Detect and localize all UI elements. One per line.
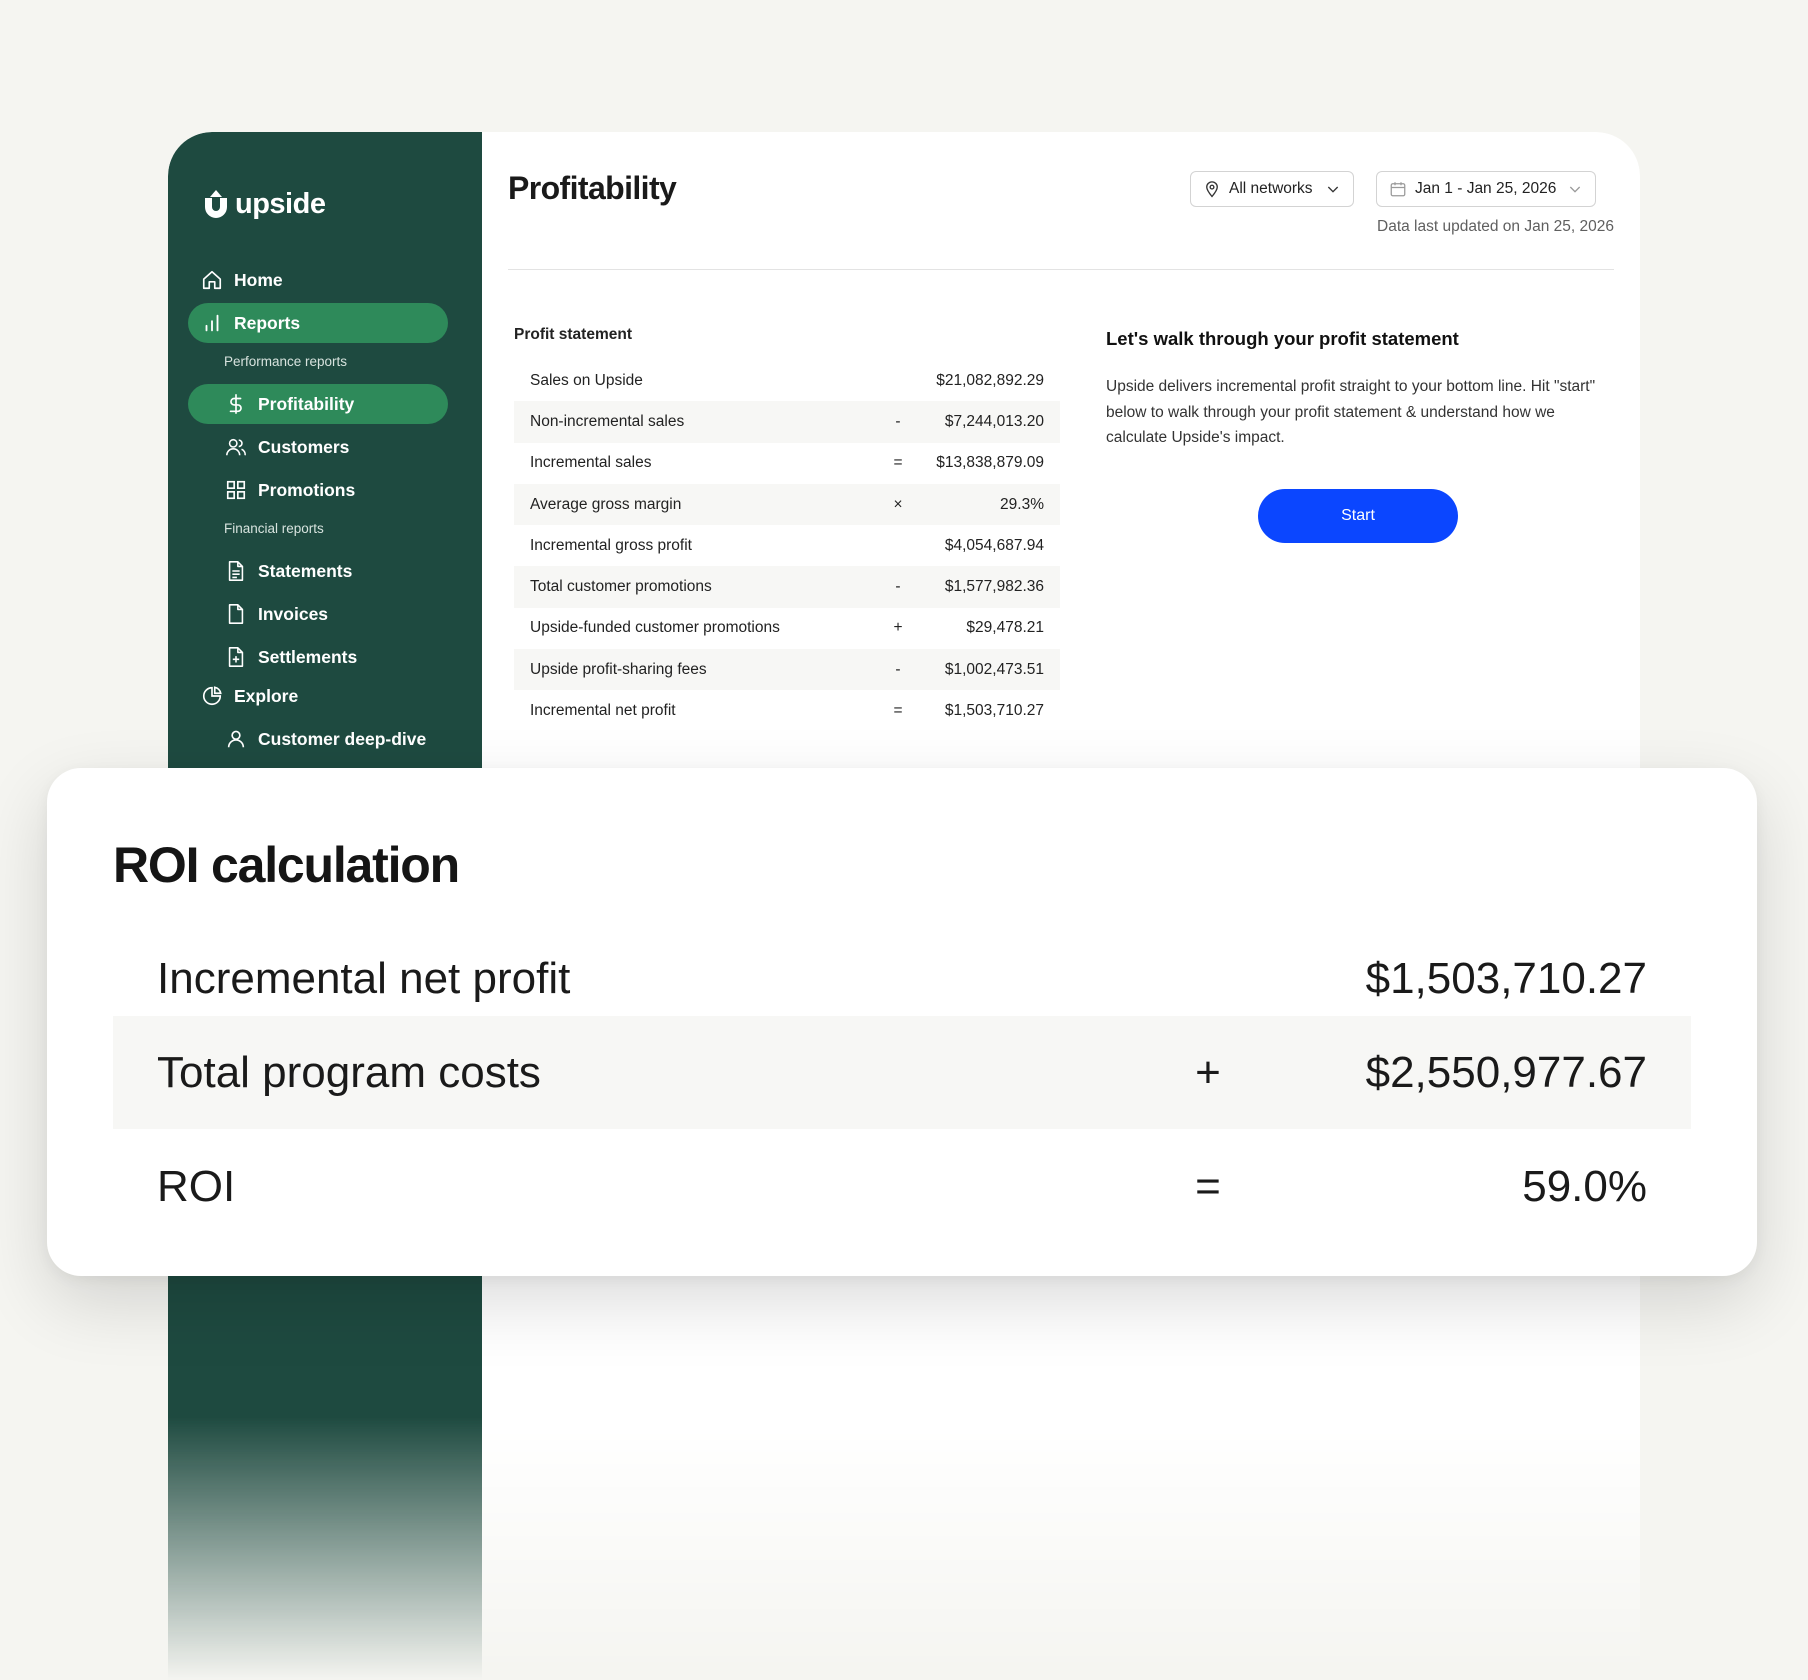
sidebar-item-label: Customers (258, 436, 350, 457)
row-value: $1,577,982.36 (944, 578, 1044, 596)
location-pin-icon (1206, 181, 1218, 198)
row-value: $29,478.21 (966, 619, 1044, 637)
roi-row-value: $2,550,977.67 (1365, 1047, 1647, 1097)
row-value: $4,054,687.94 (944, 536, 1044, 554)
sidebar-item-label: Home (234, 269, 283, 290)
sidebar-item-customers[interactable]: Customers (188, 427, 448, 467)
roi-row-value: $1,503,710.27 (1365, 953, 1647, 1003)
table-row: Average gross margin × 29.3% (514, 483, 1060, 526)
roi-row-operator: + (1195, 1047, 1221, 1097)
roi-row-total-program-costs: Total program costs + $2,550,977.67 (113, 1016, 1691, 1129)
last-updated-text: Data last updated on Jan 25, 2026 (1377, 218, 1614, 235)
roi-row-label: Total program costs (157, 1047, 541, 1097)
row-operator: × (893, 495, 903, 513)
profit-statement-title: Profit statement (514, 326, 632, 343)
page-title: Profitability (508, 170, 677, 206)
document-icon (224, 602, 248, 626)
roi-calculation-card: ROI calculation Incremental net profit $… (47, 768, 1757, 1276)
start-button[interactable]: Start (1258, 489, 1458, 543)
roi-row-label: Incremental net profit (157, 953, 571, 1003)
row-operator: = (893, 702, 903, 720)
row-value: 29.3% (1000, 495, 1044, 513)
row-value: $1,002,473.51 (944, 660, 1044, 678)
sidebar-item-invoices[interactable]: Invoices (188, 594, 448, 634)
sidebar-item-profitability[interactable]: Profitability (188, 384, 448, 424)
roi-row-roi: ROI = 59.0% (113, 1130, 1691, 1243)
dollar-icon (224, 392, 248, 416)
pie-chart-icon (200, 684, 224, 708)
table-row: Upside profit-sharing fees - $1,002,473.51 (514, 649, 1060, 691)
walkthrough-title: Let's walk through your profit statement (1106, 328, 1459, 349)
row-value: $7,244,013.20 (944, 412, 1044, 430)
sidebar-item-reports[interactable]: Reports (188, 303, 448, 343)
row-value: $21,082,892.29 (936, 371, 1044, 389)
walkthrough-description: Upside delivers incremental profit strai… (1106, 378, 1596, 446)
calendar-icon (1390, 182, 1406, 197)
row-label: Sales on Upside (530, 371, 643, 389)
sidebar-item-home[interactable]: Home (188, 260, 448, 300)
row-label: Non-incremental sales (530, 412, 685, 430)
table-row: Upside-funded customer promotions + $29,47… (514, 608, 1060, 649)
row-operator: - (895, 660, 901, 678)
row-operator: - (895, 412, 901, 430)
roi-row-value: 59.0% (1522, 1161, 1647, 1211)
table-row: Non-incremental sales - $7,244,013.20 (514, 401, 1060, 443)
users-icon (224, 435, 248, 459)
table-row: Incremental net profit = $1,503,710.27 (514, 690, 1060, 731)
row-value: $13,838,879.09 (936, 454, 1044, 472)
sidebar-item-label: Statements (258, 560, 353, 581)
document-lines-icon (224, 559, 248, 583)
date-range-label: Jan 1 - Jan 25, 2026 (1415, 180, 1557, 197)
brand-logo[interactable]: upside (201, 188, 326, 221)
network-filter-dropdown[interactable]: All networks (1190, 171, 1354, 207)
table-row: Incremental gross profit $4,054,687.94 (514, 525, 1060, 566)
roi-title: ROI calculation (113, 837, 460, 893)
sidebar-item-explore[interactable]: Explore (188, 676, 448, 716)
sidebar-item-label: Invoices (258, 603, 329, 624)
row-label: Upside profit-sharing fees (530, 660, 707, 678)
sidebar-item-promotions[interactable]: Promotions (188, 470, 448, 510)
row-value: $1,503,710.27 (944, 702, 1044, 720)
sidebar-item-label: Settlements (258, 646, 358, 667)
network-filter-label: All networks (1229, 180, 1313, 197)
sidebar-item-label: Customer deep-dive (258, 728, 427, 749)
table-row: Total customer promotions - $1,577,982.36 (514, 566, 1060, 608)
brand-name: upside (235, 188, 326, 220)
row-label: Total customer promotions (530, 578, 712, 596)
header-divider (508, 269, 1614, 270)
row-operator: = (893, 454, 903, 472)
sidebar-item-label: Profitability (258, 393, 355, 414)
row-operator: - (895, 578, 901, 596)
sidebar-section-performance-reports: Performance reports (224, 354, 348, 369)
row-label: Incremental sales (530, 454, 652, 472)
row-label: Upside-funded customer promotions (530, 619, 780, 637)
row-label: Incremental gross profit (530, 536, 692, 554)
sidebar-item-label: Promotions (258, 479, 356, 500)
table-row: Sales on Upside $21,082,892.29 (514, 360, 1060, 401)
user-icon (224, 727, 248, 751)
chevron-down-icon (1569, 186, 1581, 193)
roi-row-label: ROI (157, 1161, 236, 1211)
bar-chart-icon (200, 311, 224, 335)
sidebar-item-statements[interactable]: Statements (188, 551, 448, 591)
sidebar-item-settlements[interactable]: Settlements (188, 637, 448, 677)
document-plus-icon (224, 645, 248, 669)
home-icon (200, 268, 224, 292)
chevron-down-icon (1327, 186, 1339, 193)
profit-statement-table: Sales on Upside $21,082,892.29 Non-increm… (514, 360, 1060, 732)
sidebar-section-financial-reports: Financial reports (224, 521, 324, 536)
row-label: Incremental net profit (530, 702, 676, 720)
date-range-picker[interactable]: Jan 1 - Jan 25, 2026 (1376, 171, 1596, 207)
roi-row-operator: = (1195, 1161, 1221, 1211)
table-row: Incremental sales = $13,838,879.09 (514, 443, 1060, 484)
sidebar-item-label: Explore (234, 685, 299, 706)
grid-icon (224, 478, 248, 502)
row-label: Average gross margin (530, 495, 682, 513)
row-operator: + (893, 619, 903, 637)
upside-logo-icon (205, 189, 227, 218)
sidebar-item-label: Reports (234, 312, 301, 333)
sidebar-item-customer-deep-dive[interactable]: Customer deep-dive (188, 719, 448, 759)
